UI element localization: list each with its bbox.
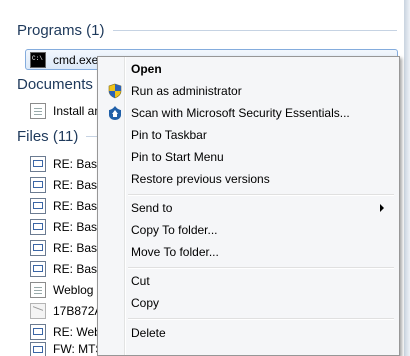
menu-item-label: Copy (131, 296, 160, 310)
menu-item-copy[interactable]: Copy (101, 292, 396, 314)
menu-item-cut[interactable]: Cut (101, 270, 396, 292)
menu-item-run-as-administrator[interactable]: Run as administrator (101, 80, 396, 102)
programs-header-label: Programs (1) (17, 22, 105, 39)
menu-item-label: Run as administrator (131, 84, 242, 98)
submenu-arrow-icon (380, 204, 384, 212)
result-item-label: cmd.exe (53, 52, 99, 67)
email-message-icon (30, 260, 46, 277)
files-header-label: Files (11) (17, 128, 79, 145)
menu-item-pin-to-start-menu[interactable]: Pin to Start Menu (101, 146, 396, 168)
menu-item-label: Copy To folder... (131, 223, 218, 237)
envelope-icon (30, 302, 46, 319)
menu-item-delete[interactable]: Delete (101, 322, 396, 344)
menu-item-label: Cut (131, 274, 150, 288)
security-essentials-icon (109, 106, 121, 120)
document-icon (30, 281, 46, 298)
email-message-icon (30, 323, 46, 340)
menu-item-label: Move To folder... (131, 245, 219, 259)
result-item-label: RE: Bass (53, 156, 104, 171)
result-item-label: RE: Bass (53, 240, 104, 255)
result-item-label: FW: MTS (53, 342, 104, 356)
result-item-label: Weblog l (53, 282, 100, 297)
command-prompt-icon (30, 51, 46, 68)
result-item-label: Install an (53, 103, 102, 118)
document-icon (30, 102, 46, 119)
menu-item-scan-security-essentials[interactable]: Scan with Microsoft Security Essentials.… (101, 102, 396, 124)
documents-header-label: Documents (17, 76, 93, 93)
email-message-icon (30, 197, 46, 214)
menu-item-copy-to-folder[interactable]: Copy To folder... (101, 219, 396, 241)
programs-group-header[interactable]: Programs (1) (17, 22, 397, 39)
menu-separator (128, 194, 394, 196)
menu-separator (128, 267, 394, 269)
result-item-label: RE: Bass (53, 177, 104, 192)
menu-item-label: Pin to Taskbar (131, 128, 207, 142)
email-message-icon (30, 239, 46, 256)
result-item-label: RE: Bass (53, 261, 104, 276)
menu-item-label: Pin to Start Menu (131, 150, 224, 164)
uac-shield-icon (108, 83, 122, 99)
menu-item-restore-previous-versions[interactable]: Restore previous versions (101, 168, 396, 190)
menu-item-pin-to-taskbar[interactable]: Pin to Taskbar (101, 124, 396, 146)
menu-item-open[interactable]: Open (101, 58, 396, 80)
panel-border (404, 0, 410, 356)
menu-item-label: Send to (131, 201, 173, 215)
menu-item-label: Scan with Microsoft Security Essentials.… (131, 106, 350, 120)
result-item-label: RE: Webl (53, 324, 104, 339)
email-message-icon (30, 218, 46, 235)
menu-item-move-to-folder[interactable]: Move To folder... (101, 241, 396, 263)
menu-item-label: Delete (131, 326, 166, 340)
email-message-icon (30, 342, 46, 356)
result-item-label: RE: Bass (53, 219, 104, 234)
menu-item-send-to[interactable]: Send to (101, 197, 396, 219)
result-item-label: RE: Bass (53, 198, 104, 213)
menu-item-label: Open (131, 62, 162, 76)
email-message-icon (30, 176, 46, 193)
email-message-icon (30, 155, 46, 172)
menu-separator (128, 318, 394, 320)
menu-item-label: Restore previous versions (131, 172, 270, 186)
header-divider (112, 30, 397, 31)
context-menu: Open Run as administrator Scan with Micr… (97, 56, 400, 356)
